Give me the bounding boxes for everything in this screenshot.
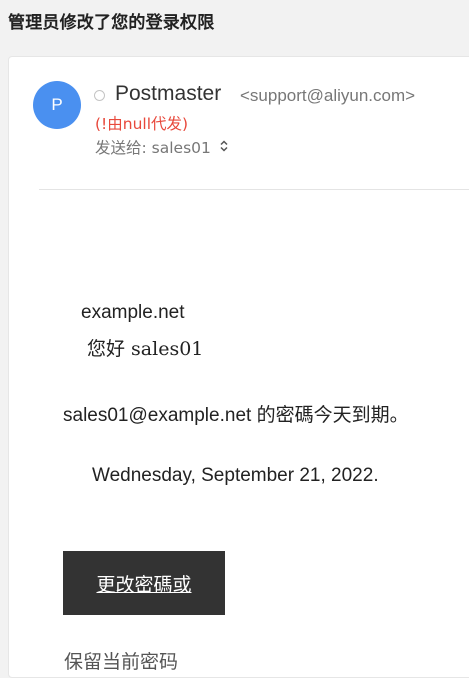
sender-email: <support@aliyun.com> (240, 86, 416, 105)
status-dot-icon (94, 90, 105, 101)
keep-password-text: 保留当前密码 (64, 651, 179, 673)
email-card: P Postmaster <support@aliyun.com> (!由nul… (8, 56, 469, 678)
greeting-text: 您好 sales01 (87, 338, 204, 360)
expiry-message: 的密碼今天到期。 (256, 404, 409, 426)
body-expiry: sales01@example.net 的密碼今天到期。 (63, 400, 409, 427)
recipient-toggle[interactable]: 发送给: sales01 (95, 136, 229, 158)
recipient-label: 发送给: sales01 (95, 139, 211, 157)
body-domain: example.net (81, 302, 185, 323)
sender-avatar[interactable]: P (33, 81, 81, 129)
sender-name[interactable]: Postmaster (115, 82, 221, 106)
chevron-up-down-icon[interactable] (219, 139, 229, 155)
header-divider (39, 189, 469, 190)
body-greeting: 您好 sales01 (87, 334, 203, 361)
proxy-note: (!由null代发) (95, 115, 189, 133)
email-subject: 管理员修改了您的登录权限 (8, 13, 215, 33)
expiry-email: sales01@example.net (63, 405, 252, 426)
body-date: Wednesday, September 21, 2022. (92, 465, 379, 486)
change-password-button[interactable]: 更改密碼或 (63, 551, 225, 615)
